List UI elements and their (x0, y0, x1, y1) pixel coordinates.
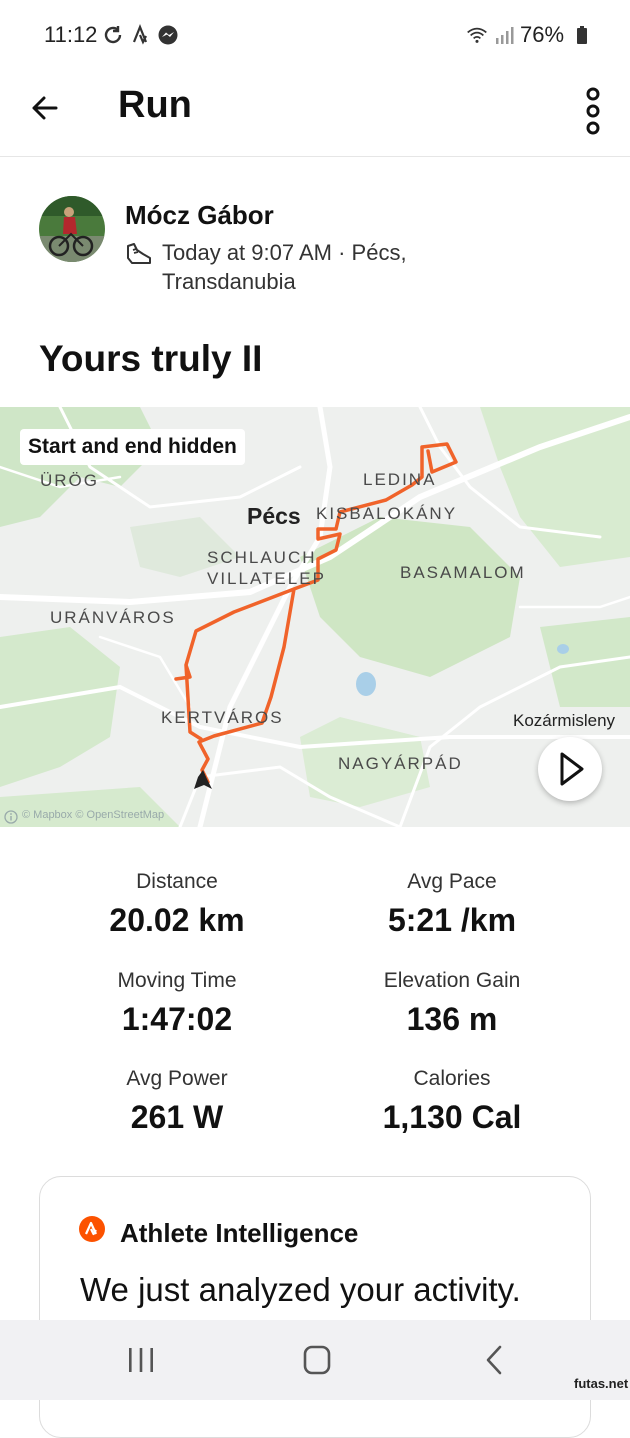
athlete-intelligence-title: Athlete Intelligence (120, 1218, 359, 1248)
status-time: 11:12 (44, 22, 98, 47)
signal-icon (496, 27, 514, 44)
map-label-kertvaros: KERTVÁROS (161, 708, 284, 727)
running-shoe-icon (127, 243, 151, 264)
strava-icon (132, 24, 148, 45)
wifi-icon (467, 27, 487, 43)
map-label-ledina: LEDINA (363, 470, 437, 489)
athlete-name[interactable]: Mócz Gábor (125, 200, 274, 231)
battery-percent: 76% (520, 22, 565, 47)
stat-label-elevation-gain: Elevation Gain (383, 969, 521, 992)
app-bar: Run (0, 70, 630, 157)
stat-value-elevation-gain: 136 m (406, 1001, 498, 1037)
map-label-uranvaros: URÁNVÁROS (50, 608, 176, 627)
home-icon[interactable] (297, 1342, 337, 1378)
page-title: Run (118, 84, 192, 126)
status-bar: 11:12 76% (0, 0, 630, 70)
map-label-basamalom: BASAMALOM (400, 563, 526, 582)
watermark: futas.net (574, 1376, 629, 1391)
messenger-icon (158, 25, 178, 45)
activity-meta: Today at 9:07 AM · Pécs, Transdanubia (162, 238, 462, 296)
more-vertical-icon[interactable] (576, 82, 610, 142)
map-attribution: © Mapbox © OpenStreetMap (22, 809, 165, 821)
stat-value-avg-pace: 5:21 /km (387, 902, 517, 938)
stat-label-calories: Calories (413, 1067, 491, 1090)
recent-apps-icon[interactable] (121, 1342, 161, 1378)
map-label-kozarmisleny: Kozármisleny (513, 711, 616, 730)
arrow-left-icon[interactable] (26, 88, 66, 128)
map-label-urog: ÜRÖG (40, 471, 99, 490)
map-label-kisbalokany: KISBALOKÁNY (316, 504, 458, 523)
play-flyover-button[interactable] (538, 737, 602, 801)
activity-title: Yours truly II (39, 338, 263, 379)
sync-icon (104, 26, 122, 44)
map-label-schlauch: SCHLAUCH (207, 548, 317, 567)
activity-datetime-location: Today at 9:07 AM · Pécs, (162, 240, 407, 265)
stat-label-distance: Distance (136, 870, 218, 893)
battery-icon (577, 26, 587, 44)
stat-label-avg-pace: Avg Pace (407, 870, 497, 893)
map-label-villatelep: VILLATELEP (207, 569, 326, 588)
avatar[interactable] (39, 196, 105, 262)
stat-value-moving-time: 1:47:02 (121, 1001, 233, 1037)
info-icon[interactable] (4, 810, 18, 824)
play-icon (560, 752, 584, 786)
stat-label-avg-power: Avg Power (126, 1067, 228, 1090)
privacy-badge: Start and end hidden (20, 429, 245, 465)
back-chevron-icon[interactable] (474, 1342, 514, 1378)
stat-label-moving-time: Moving Time (117, 969, 237, 992)
stat-value-avg-power: 261 W (130, 1099, 224, 1135)
system-nav-bar (0, 1320, 630, 1400)
stat-value-distance: 20.02 km (109, 902, 245, 938)
stat-value-calories: 1,130 Cal (382, 1099, 522, 1135)
route-map[interactable]: Start and end hidden ÜRÖG LEDINA Pécs KI… (0, 407, 630, 827)
map-label-nagyarpad: NAGYÁRPÁD (338, 754, 463, 773)
strava-logo-icon (79, 1216, 105, 1242)
activity-region: Transdanubia (162, 269, 296, 294)
map-label-pecs: Pécs (247, 503, 301, 529)
